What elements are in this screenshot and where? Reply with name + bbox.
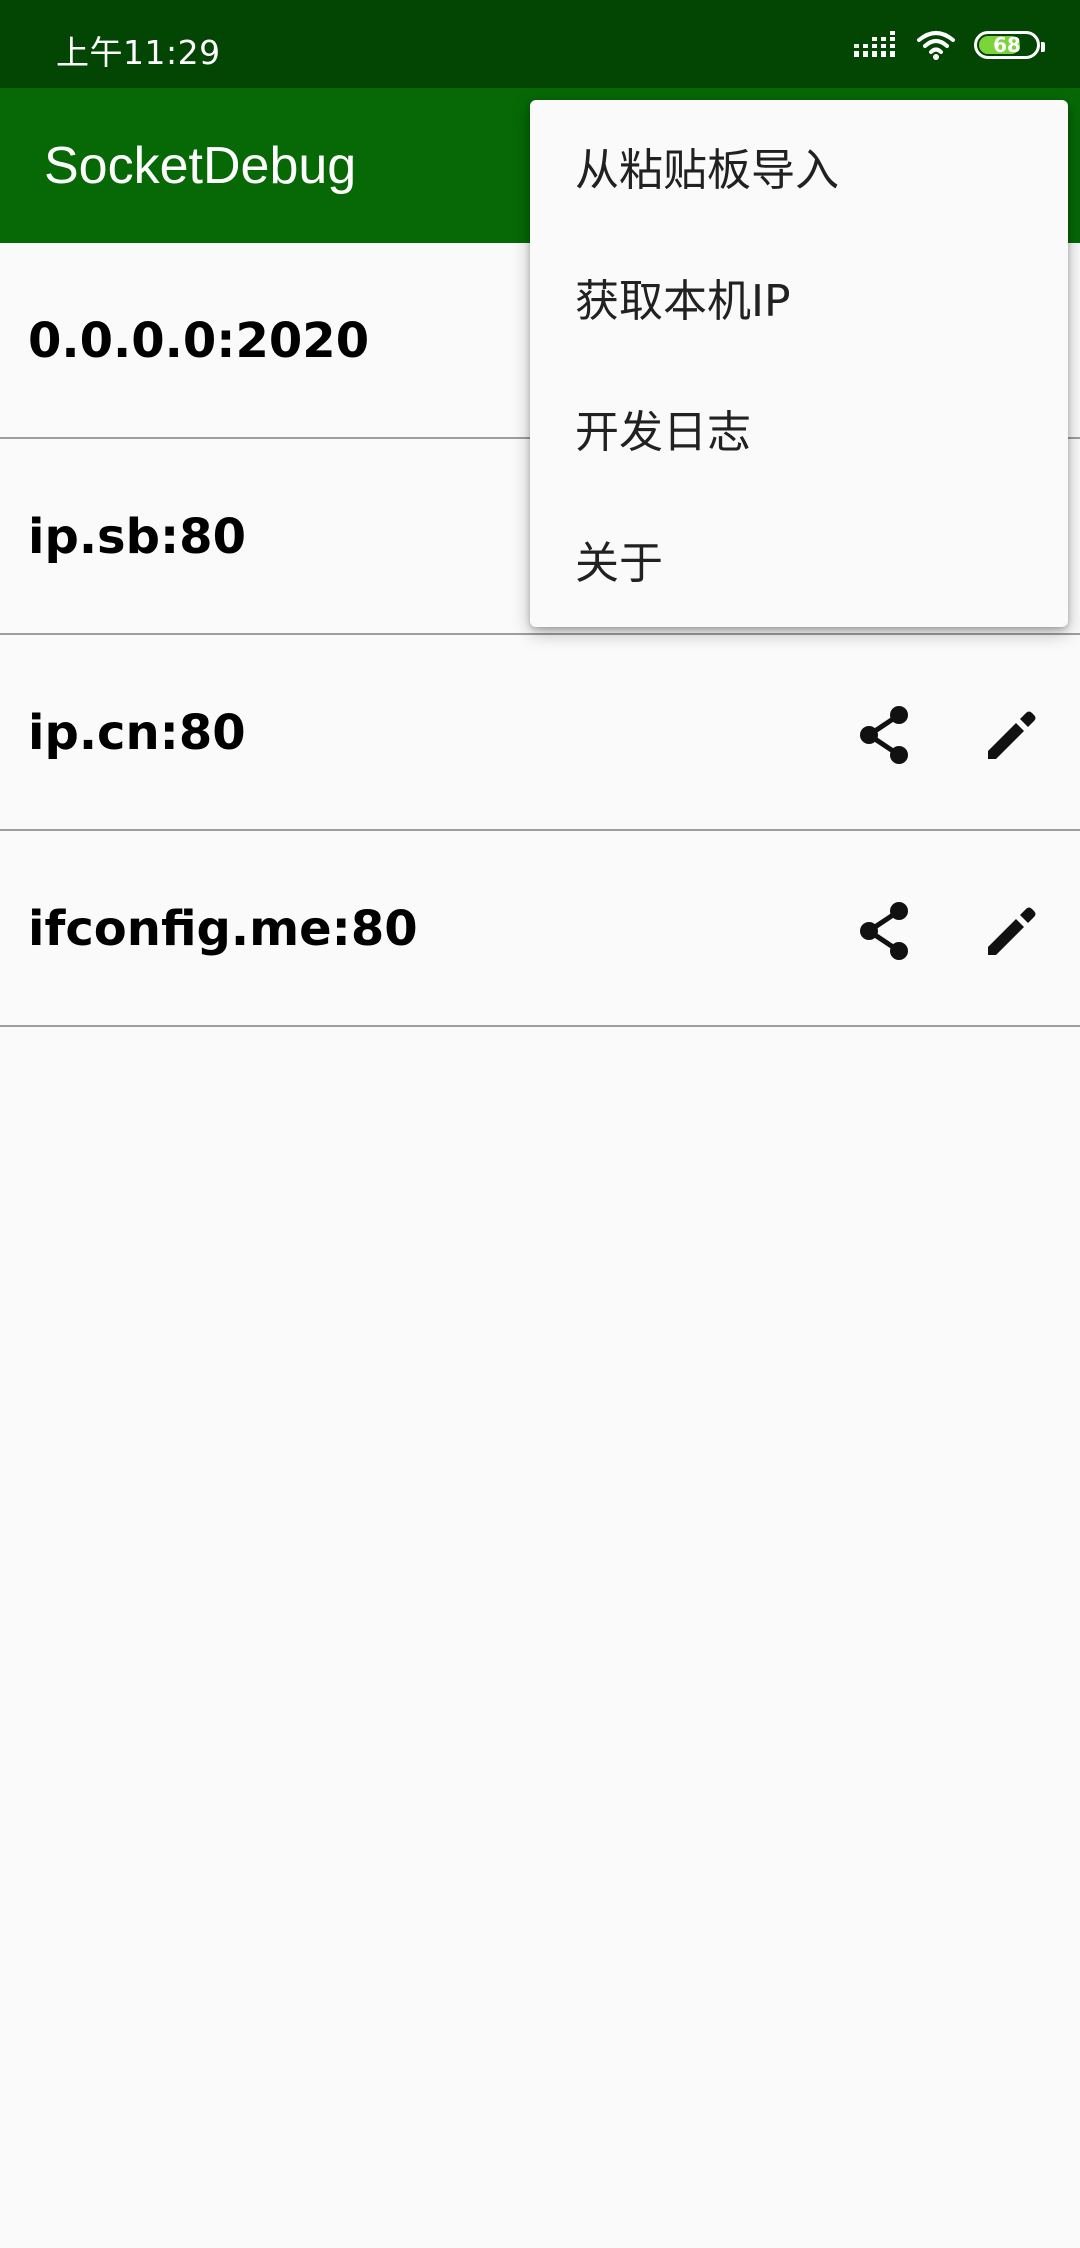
status-icons: 68	[854, 28, 1045, 62]
wifi-icon	[917, 31, 955, 60]
status-time: 上午11:29	[56, 33, 221, 72]
edit-icon[interactable]	[980, 899, 1044, 963]
overflow-menu: 从粘贴板导入 获取本机IP 开发日志 关于	[530, 100, 1068, 627]
list-item-label: ip.cn:80	[28, 705, 246, 761]
menu-item-about[interactable]: 关于	[530, 493, 1068, 624]
menu-item-import-clipboard[interactable]: 从粘贴板导入	[530, 100, 1068, 231]
app-title: SocketDebug	[44, 137, 357, 195]
list-item-label: 0.0.0.0:2020	[28, 313, 370, 369]
share-icon[interactable]	[852, 899, 916, 963]
battery-tip	[1041, 42, 1045, 52]
edit-icon[interactable]	[980, 703, 1044, 767]
item-actions	[852, 899, 1044, 963]
item-actions	[852, 703, 1044, 767]
status-bar: 上午11:29 68	[0, 0, 1080, 88]
battery-icon: 68	[974, 31, 1045, 59]
list-item[interactable]: ip.cn:80	[0, 635, 1080, 831]
menu-item-get-local-ip[interactable]: 获取本机IP	[530, 231, 1068, 362]
list-item-label: ip.sb:80	[28, 509, 246, 565]
battery-level: 68	[993, 33, 1021, 57]
share-icon[interactable]	[852, 703, 916, 767]
list-item[interactable]: ifconfig.me:80	[0, 831, 1080, 1027]
list-item-label: ifconfig.me:80	[28, 901, 418, 957]
signal-icon	[854, 31, 895, 57]
menu-item-dev-log[interactable]: 开发日志	[530, 362, 1068, 493]
